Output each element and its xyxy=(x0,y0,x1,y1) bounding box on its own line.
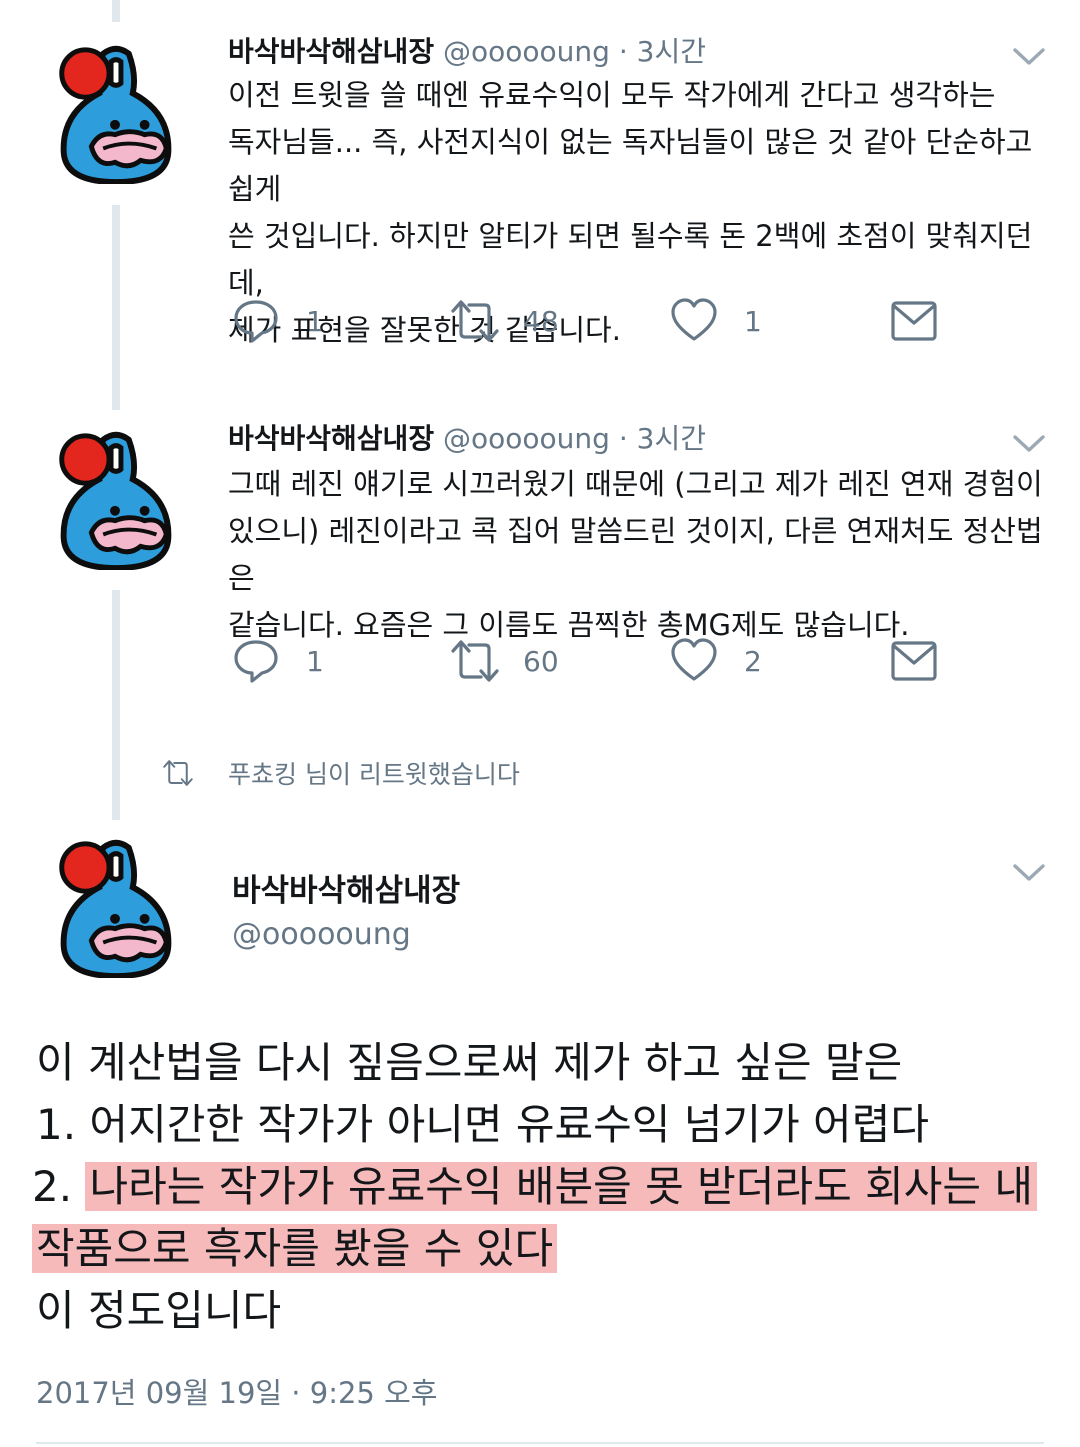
main-tweet-line: 이 정도입니다 xyxy=(36,1286,282,1335)
retweet-arrows-icon xyxy=(447,297,503,345)
tweet-text-line: 독자님들... 즉, 사전지식이 없는 독자님들이 많은 것 같아 단순하고 쉽… xyxy=(228,125,1033,206)
avatar[interactable] xyxy=(42,36,190,184)
envelope-icon xyxy=(890,297,938,345)
user-handle[interactable]: @oooooung xyxy=(443,422,610,455)
user-handle[interactable]: @oooooung xyxy=(443,35,610,68)
retweet-button[interactable]: 60 xyxy=(447,637,559,685)
direct-message-button[interactable] xyxy=(890,637,938,685)
display-name[interactable]: 바삭바삭해삼내장 xyxy=(228,422,434,455)
thread-line-top xyxy=(112,0,120,22)
avatar-image xyxy=(42,36,190,184)
main-tweet-line: 작품으로 흑자를 봤을 수 있다 xyxy=(32,1218,1052,1280)
speech-bubble-icon xyxy=(232,297,280,345)
chevron-down-icon xyxy=(1012,862,1046,884)
envelope-icon xyxy=(890,637,938,685)
heart-icon xyxy=(670,297,718,345)
list-number: 2. xyxy=(32,1162,86,1211)
tweet-timestamp[interactable]: 2017년 09월 19일 · 9:25 오후 xyxy=(36,1370,437,1412)
like-count: 1 xyxy=(744,304,762,338)
reply-count: 1 xyxy=(306,644,324,678)
like-button[interactable]: 2 xyxy=(670,637,762,685)
tweet-text-line: 이전 트윗을 쓸 때엔 유료수익이 모두 작가에게 간다고 생각하는 xyxy=(228,78,996,112)
avatar[interactable] xyxy=(42,830,190,978)
separator-dot: · xyxy=(618,35,628,68)
user-handle[interactable]: @oooooung xyxy=(232,917,411,952)
chevron-down-icon xyxy=(1012,46,1046,68)
tweet-header: 바삭바삭해삼내장 @oooooung · 3시간 xyxy=(228,30,706,70)
tweet-menu-button[interactable] xyxy=(1012,46,1046,68)
like-count: 2 xyxy=(744,644,762,678)
tweet-text-line: 있으니) 레진이라고 콕 집어 말씀드린 것이지, 다른 연재처도 정산법은 xyxy=(228,514,1043,595)
retweet-button[interactable]: 48 xyxy=(447,297,559,345)
main-tweet-line: 이 계산법을 다시 짚음으로써 제가 하고 싶은 말은 xyxy=(36,1038,903,1087)
tweet-menu-button[interactable] xyxy=(1012,433,1046,455)
tweet-header: 바삭바삭해삼내장 @oooooung · 3시간 xyxy=(228,417,706,457)
main-tweet-line: 1. 어지간한 작가가 아니면 유료수익 넘기가 어렵다 xyxy=(36,1100,929,1149)
highlighted-text: 나라는 작가가 유료수익 배분을 못 받더라도 회사는 내 xyxy=(85,1162,1037,1211)
separator-dot: · xyxy=(618,422,628,455)
retweet-notice[interactable]: 푸쵸킹 님이 리트윗했습니다 xyxy=(160,756,520,790)
reply-count: 1 xyxy=(306,304,324,338)
display-name[interactable]: 바삭바삭해삼내장 xyxy=(232,865,460,910)
display-name[interactable]: 바삭바삭해삼내장 xyxy=(228,35,434,68)
reply-button[interactable]: 1 xyxy=(232,637,324,685)
retweet-notice-text: 푸쵸킹 님이 리트윗했습니다 xyxy=(228,760,520,789)
reply-button[interactable]: 1 xyxy=(232,297,324,345)
avatar[interactable] xyxy=(42,422,190,570)
like-button[interactable]: 1 xyxy=(670,297,762,345)
thread-line-2 xyxy=(112,590,120,820)
retweet-arrows-icon xyxy=(447,637,503,685)
avatar-image xyxy=(42,422,190,570)
highlighted-text: 작품으로 흑자를 봤을 수 있다 xyxy=(32,1224,558,1273)
main-tweet-line: 2. 나라는 작가가 유료수익 배분을 못 받더라도 회사는 내 xyxy=(32,1156,1052,1218)
direct-message-button[interactable] xyxy=(890,297,938,345)
avatar-image xyxy=(42,830,190,978)
thread-line-1 xyxy=(112,205,120,410)
tweet-time[interactable]: 3시간 xyxy=(637,422,706,455)
tweet-text-line: 그때 레진 얘기로 시끄러웠기 때문에 (그리고 제가 레진 연재 경험이 xyxy=(228,467,1043,501)
retweet-count: 48 xyxy=(523,304,559,338)
tweet-text-line: 쓴 것입니다. 하지만 알티가 되면 될수록 돈 2백에 초점이 맞춰지던데, xyxy=(228,219,1033,300)
tweet-time[interactable]: 3시간 xyxy=(637,35,706,68)
heart-icon xyxy=(670,637,718,685)
chevron-down-icon xyxy=(1012,433,1046,455)
tweet-text: 그때 레진 얘기로 시끄러웠기 때문에 (그리고 제가 레진 연재 경험이 있으… xyxy=(228,461,1058,649)
retweet-count: 60 xyxy=(523,644,559,678)
tweet-menu-button[interactable] xyxy=(1012,862,1046,884)
retweet-arrows-icon xyxy=(160,758,196,788)
divider xyxy=(36,1442,1044,1444)
speech-bubble-icon xyxy=(232,637,280,685)
